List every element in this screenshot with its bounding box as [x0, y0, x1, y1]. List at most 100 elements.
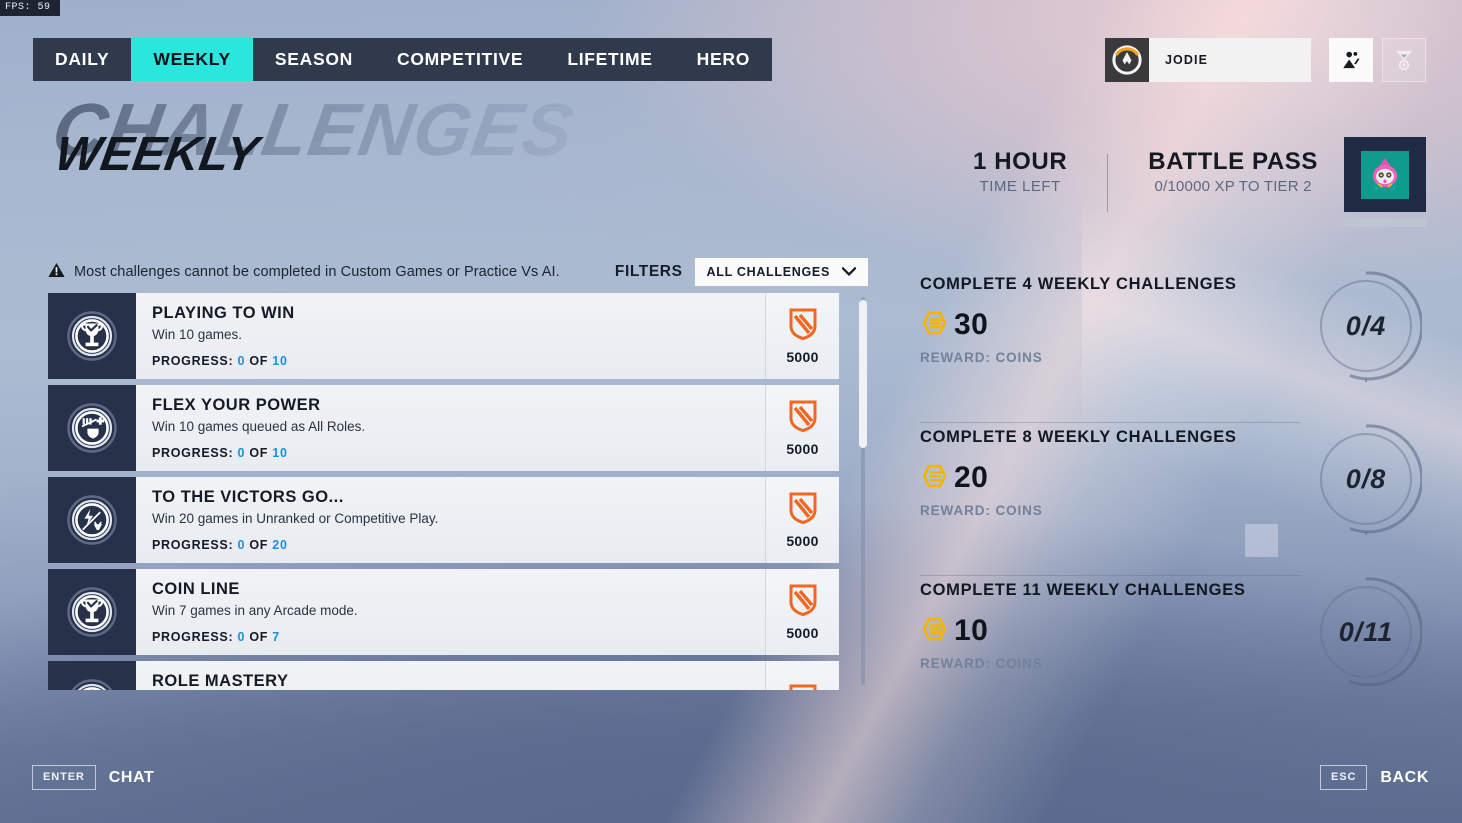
challenge-reward-xp: 5000	[786, 440, 819, 457]
challenge-title: PLAYING TO WIN	[152, 304, 295, 322]
player-name: JODIE	[1165, 53, 1209, 67]
trophy-icon	[48, 661, 136, 690]
filter-selected-value: ALL CHALLENGES	[706, 265, 830, 279]
reward-tier-progress-circle: 0/4	[1310, 270, 1424, 406]
challenge-progress-total: 7	[272, 630, 280, 644]
xp-shield-icon	[789, 400, 817, 437]
warning-triangle-icon	[48, 262, 65, 283]
battlepass-block[interactable]: BATTLE PASS 0/10000 XP TO TIER 2	[1108, 148, 1344, 195]
chat-keycap: ENTER	[32, 765, 96, 790]
challenge-card-body: PLAYING TO WIN Win 10 games. PROGRESS: 0 O…	[136, 293, 765, 379]
tab-hero[interactable]: HERO	[675, 38, 772, 81]
category-tabbar: DAILY WEEKLY SEASON COMPETITIVE LIFETIME HERO	[33, 38, 773, 81]
challenge-reward-xp: 5000	[786, 624, 819, 641]
challenge-title: FLEX YOUR POWER	[152, 396, 321, 414]
coin-icon	[920, 310, 947, 341]
challenge-progress-label: PROGRESS:	[152, 538, 234, 552]
time-left-value: 1 HOUR	[973, 148, 1068, 175]
challenge-list[interactable]: PLAYING TO WIN Win 10 games. PROGRESS: 0 O…	[48, 293, 839, 690]
challenge-title: COIN LINE	[152, 580, 240, 598]
challenge-progress-current: 0	[237, 446, 246, 460]
tab-season[interactable]: SEASON	[253, 38, 375, 81]
tab-weekly[interactable]: WEEKLY	[131, 38, 253, 81]
time-left-block: 1 HOUR TIME LEFT	[973, 148, 1107, 195]
challenge-card[interactable]: TO THE VICTORS GO... Win 20 games in Unra…	[48, 477, 839, 563]
challenge-progress-total: 10	[272, 446, 288, 460]
challenge-progress-of: OF	[249, 354, 269, 368]
challenge-title: ROLE MASTERY	[152, 672, 289, 690]
reward-tier-amount: 10	[954, 614, 989, 647]
challenge-progress-current: 0	[237, 538, 246, 552]
reward-tier: COMPLETE 4 WEEKLY CHALLENGES 30 REWARD: CO…	[920, 270, 1430, 423]
reward-tier-fraction: 0/11	[1338, 616, 1394, 647]
player-name-box[interactable]: JODIE	[1149, 38, 1311, 82]
coin-icon	[920, 616, 947, 647]
endorsement-icon[interactable]	[1382, 38, 1426, 82]
challenge-progress: PROGRESS: 0 OF 10	[152, 446, 765, 460]
challenge-card-body: FLEX YOUR POWER Win 10 games queued as Al…	[136, 385, 765, 471]
player-header: JODIE	[1105, 38, 1426, 82]
challenge-card[interactable]: ROLE MASTERYPROGRESS:	[48, 661, 839, 690]
footer-chat-action[interactable]: ENTER CHAT	[32, 765, 154, 790]
challenge-title: TO THE VICTORS GO...	[152, 488, 344, 506]
tab-lifetime[interactable]: LIFETIME	[545, 38, 674, 81]
challenge-card-body: COIN LINE Win 7 games in any Arcade mode.…	[136, 569, 765, 655]
xp-shield-icon	[789, 308, 817, 345]
tab-daily[interactable]: DAILY	[33, 38, 131, 81]
challenge-reward	[765, 661, 839, 690]
header-right-info: 1 HOUR TIME LEFT BATTLE PASS 0/10000 XP …	[973, 137, 1426, 227]
battlepass-xp: 0/10000 XP TO TIER 2	[1154, 178, 1312, 195]
page-title-block: CHALLENGES WEEKLY	[47, 88, 580, 181]
footer-back-action[interactable]: ESC BACK	[1320, 765, 1429, 790]
battlepass-reward-card[interactable]	[1344, 137, 1426, 212]
reward-tier: COMPLETE 8 WEEKLY CHALLENGES 20 REWARD: CO…	[920, 423, 1430, 576]
challenge-reward-xp: 5000	[786, 532, 819, 549]
overwatch-logo-icon	[1105, 38, 1149, 82]
challenge-description: Win 7 games in any Arcade mode.	[152, 603, 358, 618]
reward-tier-progress-circle: 0/8	[1310, 423, 1424, 559]
page-title: WEEKLY	[51, 128, 262, 182]
chevron-down-icon	[841, 263, 857, 281]
challenge-list-scroll-thumb[interactable]	[859, 300, 867, 448]
challenge-progress: PROGRESS: 0 OF 10	[152, 354, 765, 368]
challenge-progress: PROGRESS: 0 OF 7	[152, 630, 765, 644]
reward-tier-progress-circle: 0/11	[1310, 576, 1424, 688]
challenge-progress-total: 20	[272, 538, 288, 552]
battlepass-card-wrap	[1344, 137, 1426, 227]
challenge-description: Win 10 games queued as All Roles.	[152, 419, 366, 434]
challenge-progress-label: PROGRESS:	[152, 630, 234, 644]
weekly-reward-tiers: COMPLETE 4 WEEKLY CHALLENGES 30 REWARD: CO…	[920, 270, 1430, 729]
xp-shield-icon	[789, 584, 817, 621]
challenge-progress-total: 10	[272, 354, 288, 368]
challenge-progress-of: OF	[249, 630, 269, 644]
social-group-icon[interactable]	[1329, 38, 1373, 82]
challenge-card[interactable]: COIN LINE Win 7 games in any Arcade mode.…	[48, 569, 839, 655]
reward-tier-amount: 30	[954, 308, 989, 341]
challenge-description: Win 10 games.	[152, 327, 243, 342]
tab-competitive[interactable]: COMPETITIVE	[375, 38, 545, 81]
challenge-progress-current: 0	[237, 354, 246, 368]
back-label: BACK	[1380, 768, 1429, 786]
reward-tier-fraction: 0/8	[1345, 463, 1387, 494]
filter-dropdown[interactable]: ALL CHALLENGES	[694, 258, 868, 286]
challenge-progress-label: PROGRESS:	[152, 354, 234, 368]
challenge-reward: 5000	[765, 477, 839, 563]
challenge-progress: PROGRESS: 0 OF 20	[152, 538, 765, 552]
trophy-icon	[48, 569, 136, 655]
notice-text: Most challenges cannot be completed in C…	[74, 264, 560, 280]
filters-group: FILTERS ALL CHALLENGES	[615, 258, 868, 286]
challenge-description: Win 20 games in Unranked or Competitive …	[152, 511, 439, 526]
all-roles-icon	[48, 385, 136, 471]
challenge-card[interactable]: FLEX YOUR POWER Win 10 games queued as Al…	[48, 385, 839, 471]
player-card[interactable]: JODIE	[1105, 38, 1311, 82]
reward-tier-fraction: 0/4	[1345, 310, 1387, 341]
chat-label: CHAT	[108, 768, 155, 786]
competitive-bolt-icon	[48, 477, 136, 563]
xp-shield-icon	[789, 492, 817, 529]
reward-tier-amount: 20	[954, 461, 989, 494]
challenge-card[interactable]: PLAYING TO WIN Win 10 games. PROGRESS: 0 O…	[48, 293, 839, 379]
challenge-progress-of: OF	[249, 446, 269, 460]
reward-tier: COMPLETE 11 WEEKLY CHALLENGES 10 REWARD: C…	[920, 576, 1430, 729]
fps-value: 59	[37, 2, 51, 13]
battlepass-title: BATTLE PASS	[1148, 148, 1318, 175]
